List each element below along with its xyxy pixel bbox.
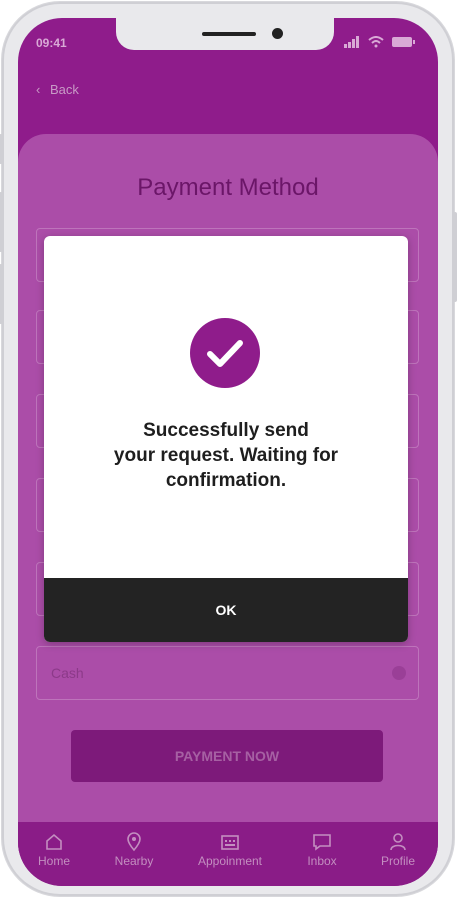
status-time: 09:41 <box>36 36 67 50</box>
bottom-tab-bar: Home Nearby Appoinment Inbox Profile <box>18 822 438 886</box>
chat-icon <box>313 834 331 851</box>
back-link[interactable]: ‹ Back <box>36 82 79 97</box>
battery-icon <box>392 37 415 47</box>
payment-option-cash[interactable]: Cash <box>36 646 419 700</box>
tab-label: Inbox <box>307 854 337 868</box>
tab-label: Nearby <box>114 854 154 868</box>
checkmark-icon <box>207 340 243 367</box>
notch <box>116 18 334 50</box>
tab-appoinment[interactable]: Appoinment <box>190 832 270 868</box>
tab-label: Home <box>37 854 70 868</box>
dialog-line: confirmation. <box>165 470 287 491</box>
tab-profile[interactable]: Profile <box>358 832 438 868</box>
dialog-line: Successfully send <box>143 420 309 441</box>
power-button <box>453 212 457 302</box>
calendar-icon <box>221 835 239 850</box>
back-label: Back <box>49 82 79 97</box>
tab-home[interactable]: Home <box>18 832 94 868</box>
front-camera <box>272 28 283 39</box>
location-pin-icon <box>127 832 141 852</box>
signal-icon <box>344 36 359 48</box>
home-icon <box>46 833 62 850</box>
cash-label: Cash <box>51 665 84 681</box>
tab-label: Appoinment <box>197 854 263 868</box>
success-dialog: Successfully send your request. Waiting … <box>44 236 408 642</box>
tab-nearby[interactable]: Nearby <box>94 832 174 868</box>
radio-icon[interactable] <box>392 666 406 680</box>
check-circle-icon <box>190 318 260 388</box>
volume-up-button <box>0 192 3 252</box>
payment-now-button[interactable]: PAYMENT NOW <box>71 730 383 782</box>
ok-button[interactable]: OK <box>44 578 408 642</box>
status-icons <box>344 36 416 48</box>
chevron-left-icon: ‹ <box>36 82 41 97</box>
user-icon <box>390 833 406 851</box>
page-title: Payment Method <box>137 174 319 201</box>
speaker-grille <box>202 32 256 36</box>
dialog-line: your request. Waiting for <box>113 445 339 466</box>
dialog-message: Successfully send your request. Waiting … <box>74 418 378 493</box>
tab-inbox[interactable]: Inbox <box>282 832 362 868</box>
volume-down-button <box>0 264 3 324</box>
tab-label: Profile <box>380 854 415 868</box>
wifi-icon <box>368 36 384 48</box>
mute-switch <box>0 134 3 164</box>
